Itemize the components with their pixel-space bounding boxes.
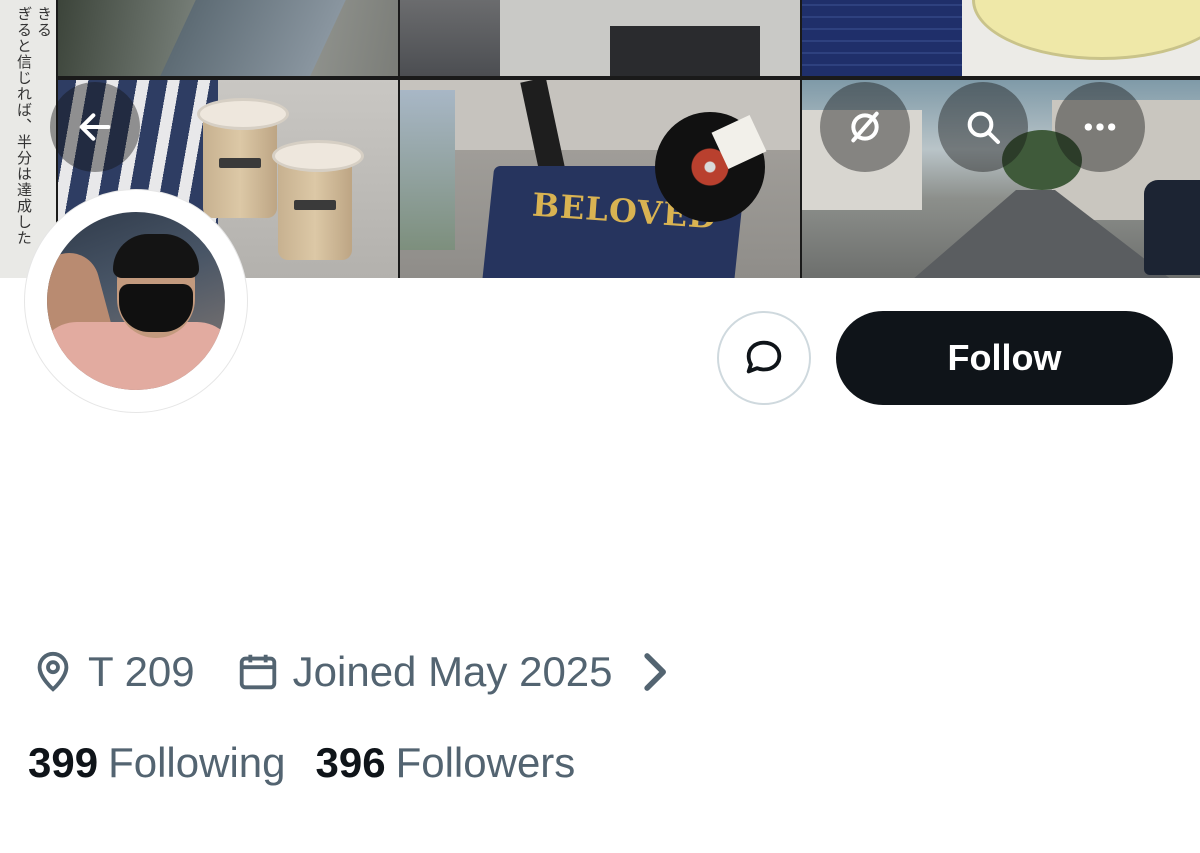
banner-photo-street (58, 0, 398, 76)
banner-photo-doorway (400, 0, 800, 76)
calendar-icon (239, 654, 276, 690)
banner-side-text: ぎると信じれば、半分は達成した (15, 6, 33, 246)
translate-icon (851, 111, 879, 143)
following-count: 399 (28, 739, 99, 786)
more-options-button[interactable] (1055, 82, 1145, 172)
more-horizontal-icon (1084, 123, 1116, 131)
chevron-right-icon[interactable] (631, 649, 677, 695)
following-link[interactable]: 399 Following (28, 739, 286, 787)
message-bubble-icon (746, 340, 782, 374)
search-button[interactable] (938, 82, 1028, 172)
location-text: T 209 (88, 648, 195, 695)
follow-stats: 399 Following 396 Followers (28, 735, 575, 791)
following-label: Following (108, 739, 286, 786)
search-icon (967, 111, 1000, 144)
followers-link[interactable]: 396 Followers (316, 739, 576, 787)
profile-meta: T 209 Joined May 2025 (30, 645, 689, 699)
banner-side-text-secondary: きる (35, 6, 53, 38)
back-button[interactable] (50, 82, 140, 172)
arrow-left-icon (79, 113, 111, 141)
followers-label: Followers (395, 739, 576, 786)
avatar[interactable] (47, 212, 225, 390)
banner-photo-doormat: BELOVED (400, 80, 800, 278)
joined-item[interactable]: Joined May 2025 (235, 648, 689, 696)
joined-text: Joined May 2025 (292, 648, 613, 695)
message-button[interactable] (717, 311, 811, 405)
location-item: T 209 (30, 648, 195, 696)
translate-button[interactable] (820, 82, 910, 172)
avatar-ring[interactable] (24, 189, 248, 413)
banner-photo-tablecloth (802, 0, 1200, 76)
location-pin-icon (37, 651, 69, 692)
followers-count: 396 (315, 739, 386, 786)
follow-button[interactable]: Follow (836, 311, 1173, 405)
